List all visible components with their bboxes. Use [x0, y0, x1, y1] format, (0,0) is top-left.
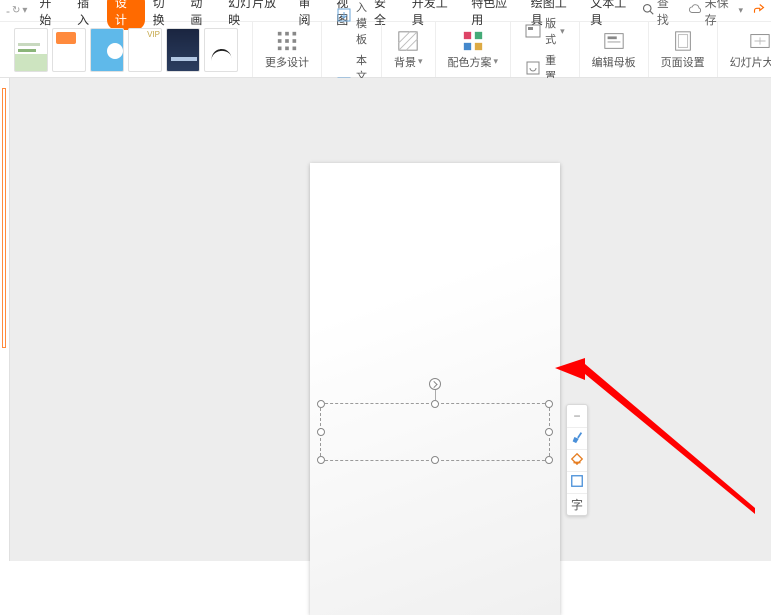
page-setup-button[interactable]: 页面设置 — [657, 26, 709, 74]
ribbon-more-designs: 更多设计 — [252, 22, 321, 77]
edit-master-button[interactable]: 编辑母板 — [588, 26, 640, 74]
slide-size-button[interactable]: 幻灯片大小▾ — [726, 26, 771, 74]
save-status-chevron-icon: ▾ — [738, 5, 743, 16]
grid-icon — [276, 30, 298, 52]
chevron-down-icon: ▾ — [418, 56, 423, 67]
color-scheme-label: 配色方案 — [448, 54, 492, 70]
resize-handle-w[interactable] — [317, 428, 325, 436]
background-button[interactable]: 背景▾ — [390, 26, 427, 74]
format-button[interactable]: 版式 ▾ — [519, 13, 571, 49]
ribbon-templates-gallery — [0, 22, 252, 77]
resize-handle-n[interactable] — [431, 400, 439, 408]
ribbon-master: 编辑母板 — [579, 22, 648, 77]
slide-panel[interactable] — [0, 78, 10, 561]
template-thumb-2[interactable] — [52, 28, 86, 72]
current-slide-thumb[interactable] — [2, 88, 6, 348]
color-scheme-button[interactable]: 配色方案▾ — [444, 26, 503, 74]
template-thumb-4[interactable] — [128, 28, 162, 72]
import-template-label: 导入模板 — [356, 0, 367, 47]
color-scheme-icon — [462, 30, 484, 52]
collapse-button[interactable]: − — [567, 405, 587, 427]
template-thumb-3[interactable] — [90, 28, 124, 72]
textbox-selected[interactable] — [320, 403, 550, 461]
nav-back-icon[interactable]: - — [6, 4, 10, 18]
slide-size-label: 幻灯片大小 — [730, 54, 771, 70]
resize-handle-s[interactable] — [431, 456, 439, 464]
slide[interactable] — [310, 163, 560, 615]
ribbon-slide-size: 幻灯片大小▾ — [717, 22, 771, 77]
share-icon — [753, 3, 765, 18]
chevron-down-icon: ▾ — [560, 26, 565, 37]
background-icon — [397, 30, 419, 52]
ribbon-background: 背景▾ — [381, 22, 435, 77]
chevron-down-icon: ▾ — [494, 56, 499, 67]
rotation-handle[interactable] — [429, 378, 441, 390]
page-setup-icon — [672, 30, 694, 52]
import-template-icon — [336, 7, 352, 23]
canvas[interactable]: − 字 — [10, 78, 771, 561]
template-thumb-5[interactable] — [166, 28, 200, 72]
background-label: 背景 — [394, 54, 416, 70]
nav-dropdown-icon[interactable]: ▾ — [22, 5, 27, 16]
minus-icon: − — [573, 409, 580, 423]
outline-icon — [570, 474, 584, 491]
editor-area: − 字 — [0, 78, 771, 561]
template-thumb-1[interactable] — [14, 28, 48, 72]
resize-handle-sw[interactable] — [317, 456, 325, 464]
shape-fill-icon — [570, 452, 584, 469]
format-brush-button[interactable] — [567, 427, 587, 449]
page-setup-label: 页面设置 — [661, 54, 705, 70]
ribbon-template-actions: 导入模板 本文模板 — [321, 22, 381, 77]
resize-handle-ne[interactable] — [545, 400, 553, 408]
resize-handle-e[interactable] — [545, 428, 553, 436]
font-button[interactable]: 字 — [567, 493, 587, 515]
cloud-icon — [688, 3, 702, 18]
ribbon-format-group: 版式 ▾ 重置 — [510, 22, 579, 77]
layout-icon — [525, 23, 541, 39]
import-template-button[interactable]: 导入模板 — [330, 0, 373, 49]
edit-master-label: 编辑母板 — [592, 54, 636, 70]
shape-fill-button[interactable] — [567, 449, 587, 471]
nav-history: - ↻ ▾ — [6, 4, 27, 18]
slide-size-icon — [749, 30, 771, 52]
resize-handle-se[interactable] — [545, 456, 553, 464]
master-icon — [603, 30, 625, 52]
ribbon-page-setup: 页面设置 — [648, 22, 717, 77]
font-icon: 字 — [571, 496, 583, 513]
reset-icon — [525, 60, 541, 76]
nav-redo-icon[interactable]: ↻ — [12, 5, 20, 16]
resize-handle-nw[interactable] — [317, 400, 325, 408]
template-thumb-6[interactable] — [204, 28, 238, 72]
brush-icon — [570, 430, 584, 447]
menu-bar: - ↻ ▾ 开始 插入 设计 切换 动画 幻灯片放映 审阅 视图 安全 开发工具… — [0, 0, 771, 22]
more-designs-label: 更多设计 — [265, 54, 309, 70]
ribbon: 更多设计 导入模板 本文模板 背景▾ — [0, 22, 771, 78]
ribbon-colorscheme: 配色方案▾ — [435, 22, 511, 77]
outline-button[interactable] — [567, 471, 587, 493]
search-icon — [642, 3, 654, 18]
more-designs-button[interactable]: 更多设计 — [261, 26, 313, 74]
share-button[interactable] — [753, 3, 765, 18]
floating-toolbar: − 字 — [566, 404, 588, 516]
format-label: 版式 — [545, 15, 556, 47]
